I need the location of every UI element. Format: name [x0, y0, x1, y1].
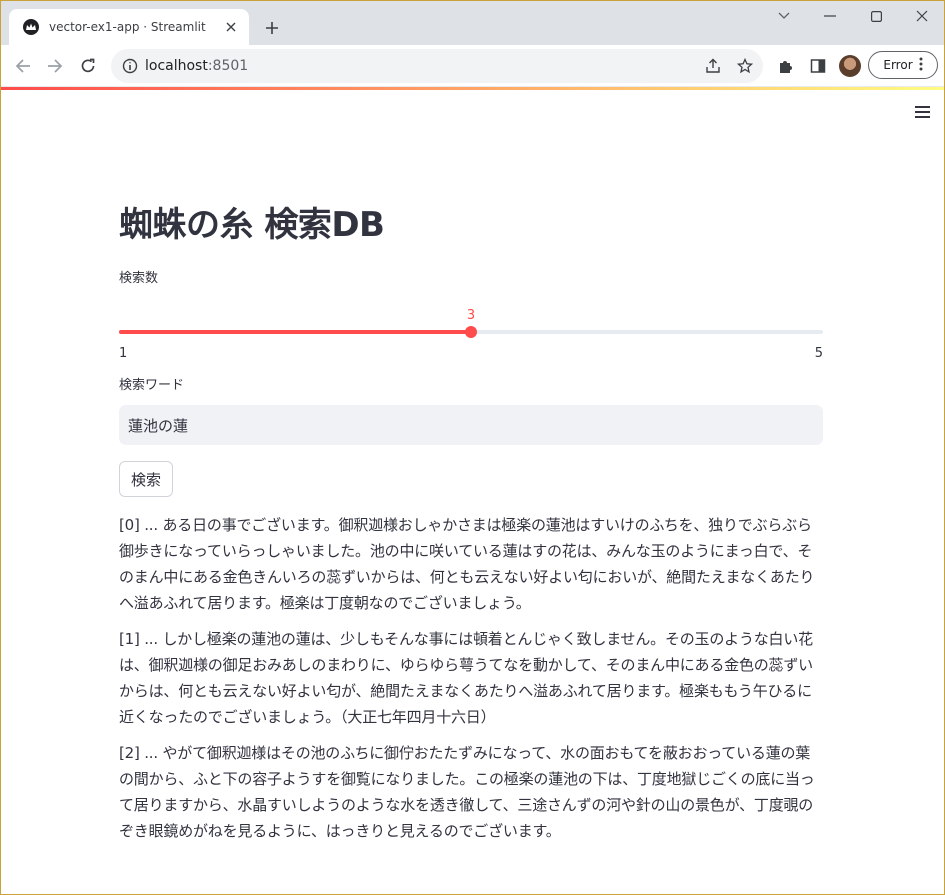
slider-min-label: 1: [119, 346, 128, 361]
slider-fill: [119, 330, 471, 334]
slider-current-value: 3: [466, 308, 476, 323]
result-item: [1] ... しかし極楽の蓮池の蓮は、少しもそんな事には頓着とんじゃく致しませ…: [119, 630, 813, 726]
profile-error-label: Error: [883, 58, 913, 72]
bookmark-star-icon[interactable]: [736, 57, 754, 75]
page-title: 蜘蛛の糸 検索DB: [119, 205, 385, 245]
forward-arrow-icon[interactable]: [42, 53, 68, 79]
site-info-icon[interactable]: [121, 57, 139, 75]
hamburger-menu-icon[interactable]: [911, 102, 933, 122]
result-item: [2] ... やがて御釈迦様はその池のふちに御佇おたたずみになって、水の面おも…: [119, 744, 815, 840]
side-panel-icon[interactable]: [805, 53, 831, 79]
minimize-icon[interactable]: [819, 5, 841, 27]
slider-max-label: 5: [814, 346, 823, 361]
search-word-input[interactable]: [119, 405, 823, 445]
extensions-puzzle-icon[interactable]: [773, 53, 799, 79]
close-window-icon[interactable]: [911, 5, 933, 27]
tab-title: vector-ex1-app · Streamlit: [49, 20, 206, 34]
slider-thumb[interactable]: [465, 326, 477, 338]
slider-label: 検索数: [119, 271, 159, 286]
url-text[interactable]: localhost:8501: [145, 58, 248, 74]
maximize-icon[interactable]: [865, 5, 887, 27]
result-item: [0] ... ある日の事でございます。御釈迦様おしゃかさまは極楽の蓮池はすいけ…: [119, 516, 815, 612]
browser-window: vector-ex1-app · Streamlit localhost:850…: [0, 0, 945, 895]
slider-track[interactable]: [119, 326, 823, 338]
search-word-label: 検索ワード: [119, 378, 185, 393]
back-arrow-icon[interactable]: [10, 53, 36, 79]
reload-icon[interactable]: [75, 53, 101, 79]
tab-strip: vector-ex1-app · Streamlit: [1, 1, 944, 45]
search-count-slider[interactable]: 3 1 5: [119, 286, 823, 362]
new-tab-button[interactable]: [259, 15, 285, 41]
url-port: :8501: [207, 58, 249, 74]
search-button[interactable]: 検索: [119, 461, 174, 497]
address-bar[interactable]: localhost:8501: [111, 49, 763, 83]
close-tab-icon[interactable]: [221, 17, 241, 37]
streamlit-decoration-bar: [1, 87, 944, 90]
profile-avatar[interactable]: [839, 55, 861, 77]
more-menu-icon: [919, 57, 923, 74]
profile-error-chip[interactable]: Error: [868, 51, 938, 79]
share-icon[interactable]: [704, 57, 722, 75]
browser-tab[interactable]: vector-ex1-app · Streamlit: [9, 9, 249, 45]
tab-search-chevron-down-icon[interactable]: [773, 5, 795, 27]
browser-toolbar: localhost:8501 Error: [1, 45, 944, 87]
url-host: localhost: [145, 58, 208, 74]
main-content: 蜘蛛の糸 検索DB 検索数 3 1 5 検索ワード 検索 [0] ... ある日…: [119, 197, 823, 854]
search-results: [0] ... ある日の事でございます。御釈迦様おしゃかさまは極楽の蓮池はすいけ…: [119, 512, 823, 844]
streamlit-favicon-icon: [23, 19, 39, 35]
